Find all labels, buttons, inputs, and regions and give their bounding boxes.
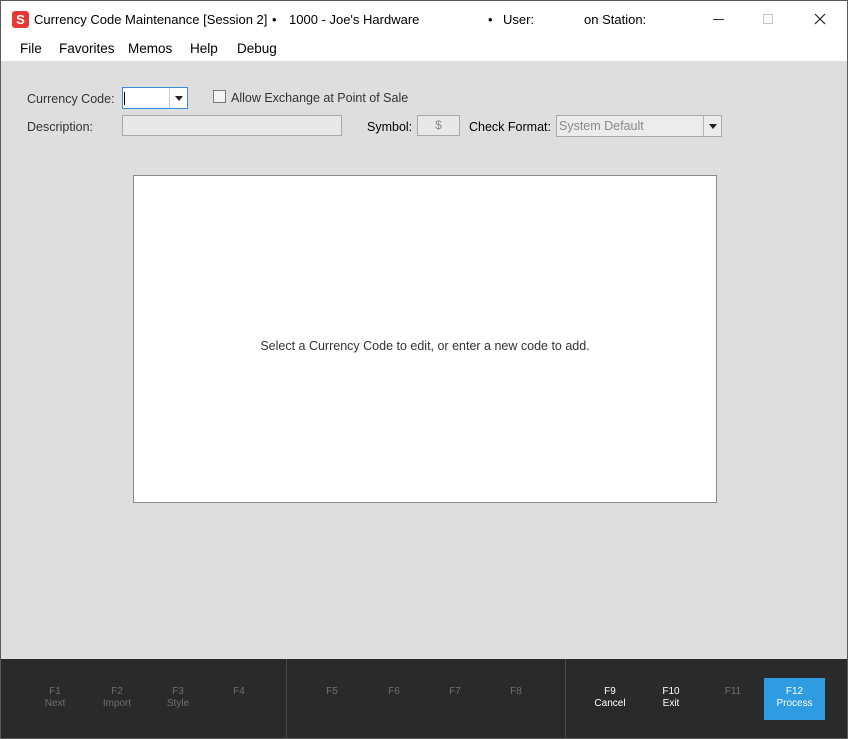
fkey-label: F4	[233, 686, 245, 697]
fkey-label: F1	[49, 686, 61, 697]
currency-code-combobox[interactable]	[122, 87, 188, 109]
minimize-icon	[712, 18, 724, 20]
fkey-label: F11	[724, 686, 742, 697]
text-cursor	[124, 92, 125, 105]
menu-help[interactable]: Help	[190, 41, 218, 56]
f2-import-button[interactable]: F2 Import	[92, 686, 142, 710]
menu-debug[interactable]: Debug	[237, 41, 277, 56]
fkey-label: F6	[388, 686, 400, 697]
check-format-value: System Default	[559, 119, 644, 133]
fkey-label: F7	[449, 686, 461, 697]
minimize-button[interactable]	[693, 1, 743, 37]
fkey-caption: Import	[102, 698, 132, 709]
footer-divider	[565, 659, 566, 738]
title-separator: •	[272, 12, 277, 27]
title-bar[interactable]: S Currency Code Maintenance [Session 2] …	[1, 1, 847, 37]
menu-file[interactable]: File	[20, 41, 42, 56]
allow-exchange-checkbox[interactable]	[213, 90, 226, 103]
maximize-button[interactable]	[743, 1, 793, 37]
check-format-dropdown-button[interactable]	[703, 116, 721, 136]
app-logo-icon: S	[12, 11, 29, 28]
fkey-caption: Next	[44, 698, 66, 709]
symbol-label: Symbol:	[367, 120, 413, 134]
f5-button[interactable]: F5	[307, 686, 357, 698]
allow-exchange-label[interactable]: Allow Exchange at Point of Sale	[231, 91, 408, 105]
f11-button[interactable]: F11	[708, 686, 758, 698]
f1-next-button[interactable]: F1 Next	[30, 686, 80, 710]
f3-style-button[interactable]: F3 Style	[153, 686, 203, 710]
description-field[interactable]	[122, 115, 342, 136]
chevron-down-icon	[174, 95, 183, 101]
user-label: User:	[503, 12, 535, 27]
f8-button[interactable]: F8	[491, 686, 541, 698]
fkey-label: F12	[785, 686, 804, 697]
fkey-label: F8	[510, 686, 522, 697]
chevron-down-icon	[708, 123, 717, 129]
check-format-select[interactable]: System Default	[556, 115, 722, 137]
fkey-label: F3	[172, 686, 184, 697]
currency-code-dropdown-button[interactable]	[169, 88, 187, 108]
fkey-label: F9	[604, 686, 616, 697]
close-icon	[814, 13, 826, 25]
menu-favorites[interactable]: Favorites	[59, 41, 115, 56]
maximize-icon	[763, 14, 773, 24]
fkey-label: F2	[111, 686, 123, 697]
fkey-caption: Process	[776, 698, 813, 709]
f4-button[interactable]: F4	[214, 686, 264, 698]
window-title: Currency Code Maintenance [Session 2]	[34, 12, 268, 27]
station-label: on Station:	[584, 12, 647, 27]
fkey-caption: Style	[166, 698, 190, 709]
f7-button[interactable]: F7	[430, 686, 480, 698]
footer-divider	[286, 659, 287, 738]
check-format-label: Check Format:	[469, 120, 551, 134]
menu-bar: File Favorites Memos Help Debug	[1, 37, 847, 61]
fkey-caption: Exit	[662, 698, 680, 709]
function-key-bar: F1 Next F2 Import F3 Style F4 F5 F6 F7 F…	[1, 659, 847, 738]
fkey-label: F5	[326, 686, 338, 697]
title-separator: •	[488, 12, 493, 27]
fkey-caption: Cancel	[594, 698, 626, 709]
content-panel: Select a Currency Code to edit, or enter…	[133, 175, 717, 503]
fkey-label: F10	[662, 686, 680, 697]
app-window: S Currency Code Maintenance [Session 2] …	[0, 0, 848, 739]
f12-process-button[interactable]: F12 Process	[764, 678, 825, 720]
description-label: Description:	[27, 120, 93, 134]
menu-memos[interactable]: Memos	[128, 41, 172, 56]
f9-cancel-button[interactable]: F9 Cancel	[585, 686, 635, 710]
f10-exit-button[interactable]: F10 Exit	[646, 686, 696, 710]
f6-button[interactable]: F6	[369, 686, 419, 698]
close-button[interactable]	[795, 1, 845, 37]
empty-state-message: Select a Currency Code to edit, or enter…	[260, 339, 590, 353]
company-name: 1000 - Joe's Hardware	[289, 12, 420, 27]
currency-code-label: Currency Code:	[27, 92, 115, 106]
symbol-field[interactable]: $	[417, 115, 460, 136]
